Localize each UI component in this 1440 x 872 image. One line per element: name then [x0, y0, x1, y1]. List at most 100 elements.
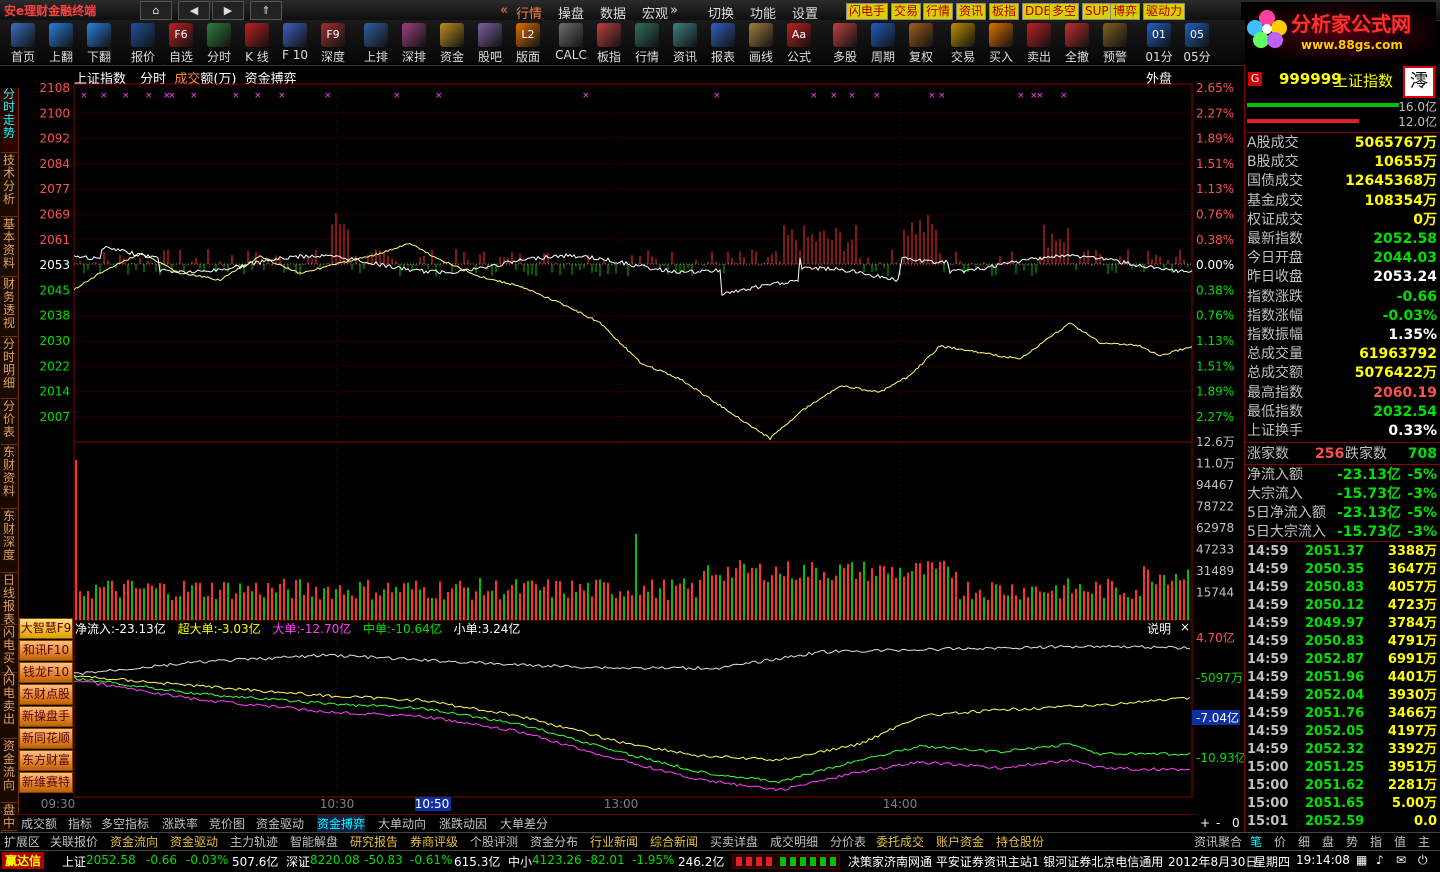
right-tab-3[interactable]: 细: [1298, 833, 1310, 851]
right-tab-0[interactable]: 资讯聚合: [1194, 833, 1242, 851]
volume-label: 62978: [1196, 521, 1234, 535]
speaker-icon[interactable]: ♪: [1376, 853, 1384, 867]
indicator-tab-3[interactable]: 涨跌率: [162, 815, 198, 833]
price-label: 2061: [39, 233, 70, 247]
ext-tab-10[interactable]: 行业新闻: [590, 833, 638, 851]
status-date: 2012年8月30日: [1168, 855, 1258, 869]
right-tab-2[interactable]: 价: [1274, 833, 1286, 851]
quote-row-value: 12645368万: [1345, 173, 1437, 190]
ext-tab-16[interactable]: 账户资金: [936, 833, 984, 851]
tick-row[interactable]: 14:59 2051.76 3466万: [1247, 705, 1437, 723]
sz-amount: 615.3亿: [454, 855, 501, 869]
tick-row[interactable]: 14:59 2050.35 3647万: [1247, 561, 1437, 579]
tick-row[interactable]: 14:59 2049.97 3784万: [1247, 615, 1437, 633]
price-label: 2045: [39, 283, 70, 297]
tick-row[interactable]: 14:59 2051.37 3388万: [1247, 543, 1437, 561]
quote-row-value: 0万: [1413, 211, 1437, 228]
close-icon[interactable]: ×: [1180, 620, 1190, 634]
tick-row[interactable]: 14:59 2050.83 4057万: [1247, 579, 1437, 597]
tick-row[interactable]: 14:59 2052.05 4197万: [1247, 723, 1437, 741]
indicator-tab-0[interactable]: 成交额: [21, 815, 57, 833]
latest-toggle-button[interactable]: 澪: [1403, 66, 1435, 98]
right-tab-4[interactable]: 盘: [1322, 833, 1334, 851]
ext-tab-15[interactable]: 委托成交: [876, 833, 924, 851]
tick-time: 14:59: [1247, 706, 1289, 721]
ext-tab-8[interactable]: 个股评测: [470, 833, 518, 851]
tick-row[interactable]: 14:59 2050.12 4723万: [1247, 597, 1437, 615]
indicator-tab-4[interactable]: 竞价图: [209, 815, 245, 833]
grid-icon[interactable]: ▦: [1356, 853, 1367, 867]
tick-row[interactable]: 15:00 2051.25 3951万: [1247, 759, 1437, 777]
zoom-out-button[interactable]: -: [1216, 814, 1220, 832]
ext-tab-3[interactable]: 资金驱动: [170, 833, 218, 851]
signal-mark: ×: [873, 91, 881, 101]
ext-tab-7[interactable]: 券商评级: [410, 833, 458, 851]
right-tab-8[interactable]: 主: [1418, 833, 1430, 851]
quote-row-value: 108354万: [1364, 192, 1437, 209]
signal-mark: ×: [1060, 91, 1068, 101]
tick-volume: 2281万: [1387, 778, 1437, 793]
indicator-tab-2[interactable]: 多空指标: [101, 815, 149, 833]
flow-row-label: 5日净流入额: [1247, 505, 1326, 521]
quote-row-label: 上证换手: [1247, 423, 1303, 439]
flow-row-pct: -5%: [1407, 505, 1437, 521]
signal-mark: ×: [278, 91, 286, 101]
tick-row[interactable]: 14:59 2052.04 3930万: [1247, 687, 1437, 705]
tick-row[interactable]: 15:00 2051.65 5.00万: [1247, 795, 1437, 813]
ext-tab-12[interactable]: 买卖详盘: [710, 833, 758, 851]
volume-label: 47233: [1196, 543, 1234, 557]
ext-tab-4[interactable]: 主力轨迹: [230, 833, 278, 851]
chat-icon[interactable]: ✉: [1396, 853, 1406, 867]
power-icon[interactable]: ⏻: [1418, 853, 1428, 868]
flow-mid-label: 中单:-10.64亿: [363, 622, 442, 636]
quote-row-label: 指数涨跌: [1247, 288, 1303, 305]
flow-row-label: 大宗流入: [1247, 486, 1303, 502]
indicator-tab-7[interactable]: 大单动向: [378, 815, 426, 833]
tick-row[interactable]: 14:59 2051.96 4401万: [1247, 669, 1437, 687]
right-tab-5[interactable]: 势: [1346, 833, 1358, 851]
tick-row[interactable]: 14:59 2050.83 4791万: [1247, 633, 1437, 651]
help-link[interactable]: 说明: [1147, 620, 1171, 637]
zx-change: -82.01: [586, 853, 625, 867]
quote-row: 指数振幅 1.35%: [1247, 326, 1437, 345]
indicator-tab-1[interactable]: 指标: [68, 815, 92, 833]
indicator-tab-6[interactable]: 资金搏弈: [317, 815, 366, 833]
flow-axis-label: -7.04亿: [1196, 710, 1239, 725]
flow-line-magenta: [74, 680, 1191, 792]
status-time: 19:14:08: [1296, 853, 1350, 867]
ext-tab-6[interactable]: 研究报告: [350, 833, 398, 851]
right-tab-1[interactable]: 笔: [1250, 833, 1262, 851]
tick-row[interactable]: 14:59 2052.32 3392万: [1247, 741, 1437, 759]
pct-label: 1.51%: [1196, 157, 1234, 171]
tick-time: 14:59: [1247, 742, 1289, 757]
ext-tab-17[interactable]: 持仓股份: [996, 833, 1044, 851]
ext-tab-5[interactable]: 智能解盘: [290, 833, 338, 851]
ext-tab-1[interactable]: 关联报价: [50, 833, 98, 851]
quote-row-value: 0.33%: [1388, 423, 1437, 439]
zoom-in-button[interactable]: +: [1200, 814, 1210, 832]
ext-tab-9[interactable]: 资金分布: [530, 833, 578, 851]
tick-row[interactable]: 15:01 2052.59 0.0: [1247, 813, 1437, 831]
tick-price: 2050.83: [1305, 634, 1365, 649]
ext-tab-14[interactable]: 分价表: [830, 833, 866, 851]
volume-label: 11.0万: [1196, 457, 1235, 471]
price-label: 2092: [39, 132, 70, 146]
signal-mark: ×: [232, 91, 240, 101]
ext-tab-2[interactable]: 资金流向: [110, 833, 158, 851]
intraday-chart[interactable]: 2108 2.65% 2100 2.27% 2092 1.89% 2084 1.51% 2077…: [0, 0, 1244, 832]
indicator-tab-8[interactable]: 涨跌动因: [439, 815, 487, 833]
indicator-tab-5[interactable]: 资金驱动: [256, 815, 304, 833]
tick-price: 2050.12: [1305, 598, 1365, 613]
ext-tab-0[interactable]: 扩展区: [4, 833, 40, 851]
tick-row[interactable]: 14:59 2052.87 6991万: [1247, 651, 1437, 669]
tick-row[interactable]: 15:00 2051.62 2281万: [1247, 777, 1437, 795]
signal-mark: ×: [1036, 91, 1044, 101]
signal-mark: ×: [830, 91, 838, 101]
right-tab-7[interactable]: 值: [1394, 833, 1406, 851]
right-tab-6[interactable]: 指: [1370, 833, 1382, 851]
tick-volume: 4197万: [1387, 724, 1437, 739]
zoom-reset-button[interactable]: 0: [1232, 814, 1240, 832]
indicator-tab-9[interactable]: 大单差分: [500, 815, 548, 833]
ext-tab-11[interactable]: 综合新闻: [650, 833, 698, 851]
ext-tab-13[interactable]: 成交明细: [770, 833, 818, 851]
